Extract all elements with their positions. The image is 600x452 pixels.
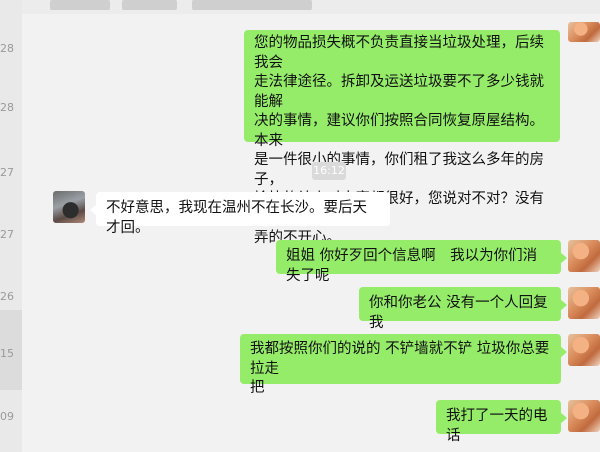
blurred-header bbox=[22, 0, 600, 14]
message-bubble-sent[interactable]: 你和你老公 没有一个人回复我 bbox=[359, 287, 567, 331]
user-avatar[interactable] bbox=[568, 287, 600, 319]
line-number: 27 bbox=[0, 166, 14, 179]
message-line: 走法律途径。拆卸及运送垃圾要不了多少钱就能解 bbox=[254, 74, 544, 110]
blurred-text bbox=[192, 0, 312, 10]
message-bubble-sent[interactable]: 您的物品损失概不负责直接当垃圾处理，后续我会 走法律途径。拆卸及运送垃圾要不了多… bbox=[244, 30, 560, 246]
user-avatar[interactable] bbox=[568, 334, 600, 366]
line-number: 26 bbox=[0, 290, 14, 303]
line-number-rail: 28 28 27 27 26 15 09 bbox=[0, 0, 22, 452]
line-number: 09 bbox=[0, 410, 14, 423]
user-avatar[interactable] bbox=[568, 240, 600, 272]
message-line: 我都按照你们的说的 不铲墙就不铲 垃圾你总要拉走 bbox=[250, 341, 550, 377]
message-line: 是一件很小的事情，你们租了我这么多年的房子， bbox=[254, 152, 544, 188]
message-bubble-sent[interactable]: 我打了一天的电话 bbox=[436, 400, 567, 444]
line-number: 28 bbox=[0, 42, 14, 55]
line-number: 28 bbox=[0, 101, 14, 114]
blurred-text bbox=[122, 0, 177, 10]
time-divider: 16:12 bbox=[312, 162, 346, 180]
user-avatar[interactable] bbox=[568, 400, 600, 432]
message-bubble-sent[interactable]: 我都按照你们的说的 不铲墙就不铲 垃圾你总要拉走 把 bbox=[240, 334, 567, 396]
message-line: 决的事情，建议你们按照合同恢复原屋结构。本来 bbox=[254, 113, 544, 149]
user-avatar[interactable] bbox=[568, 22, 600, 42]
line-number: 27 bbox=[0, 228, 14, 241]
message-line: 把 bbox=[250, 380, 265, 396]
message-bubble-sent[interactable]: 姐姐 你好歹回个信息啊 我以为你们消失了呢 bbox=[276, 240, 567, 284]
message-bubble-received[interactable]: 不好意思，我现在温州不在长沙。要后天才回。 bbox=[90, 192, 390, 236]
blurred-text bbox=[50, 0, 110, 10]
contact-avatar[interactable] bbox=[53, 191, 85, 223]
message-line: 您的物品损失概不负责直接当垃圾处理，后续我会 bbox=[254, 35, 544, 71]
line-number: 15 bbox=[0, 347, 14, 360]
